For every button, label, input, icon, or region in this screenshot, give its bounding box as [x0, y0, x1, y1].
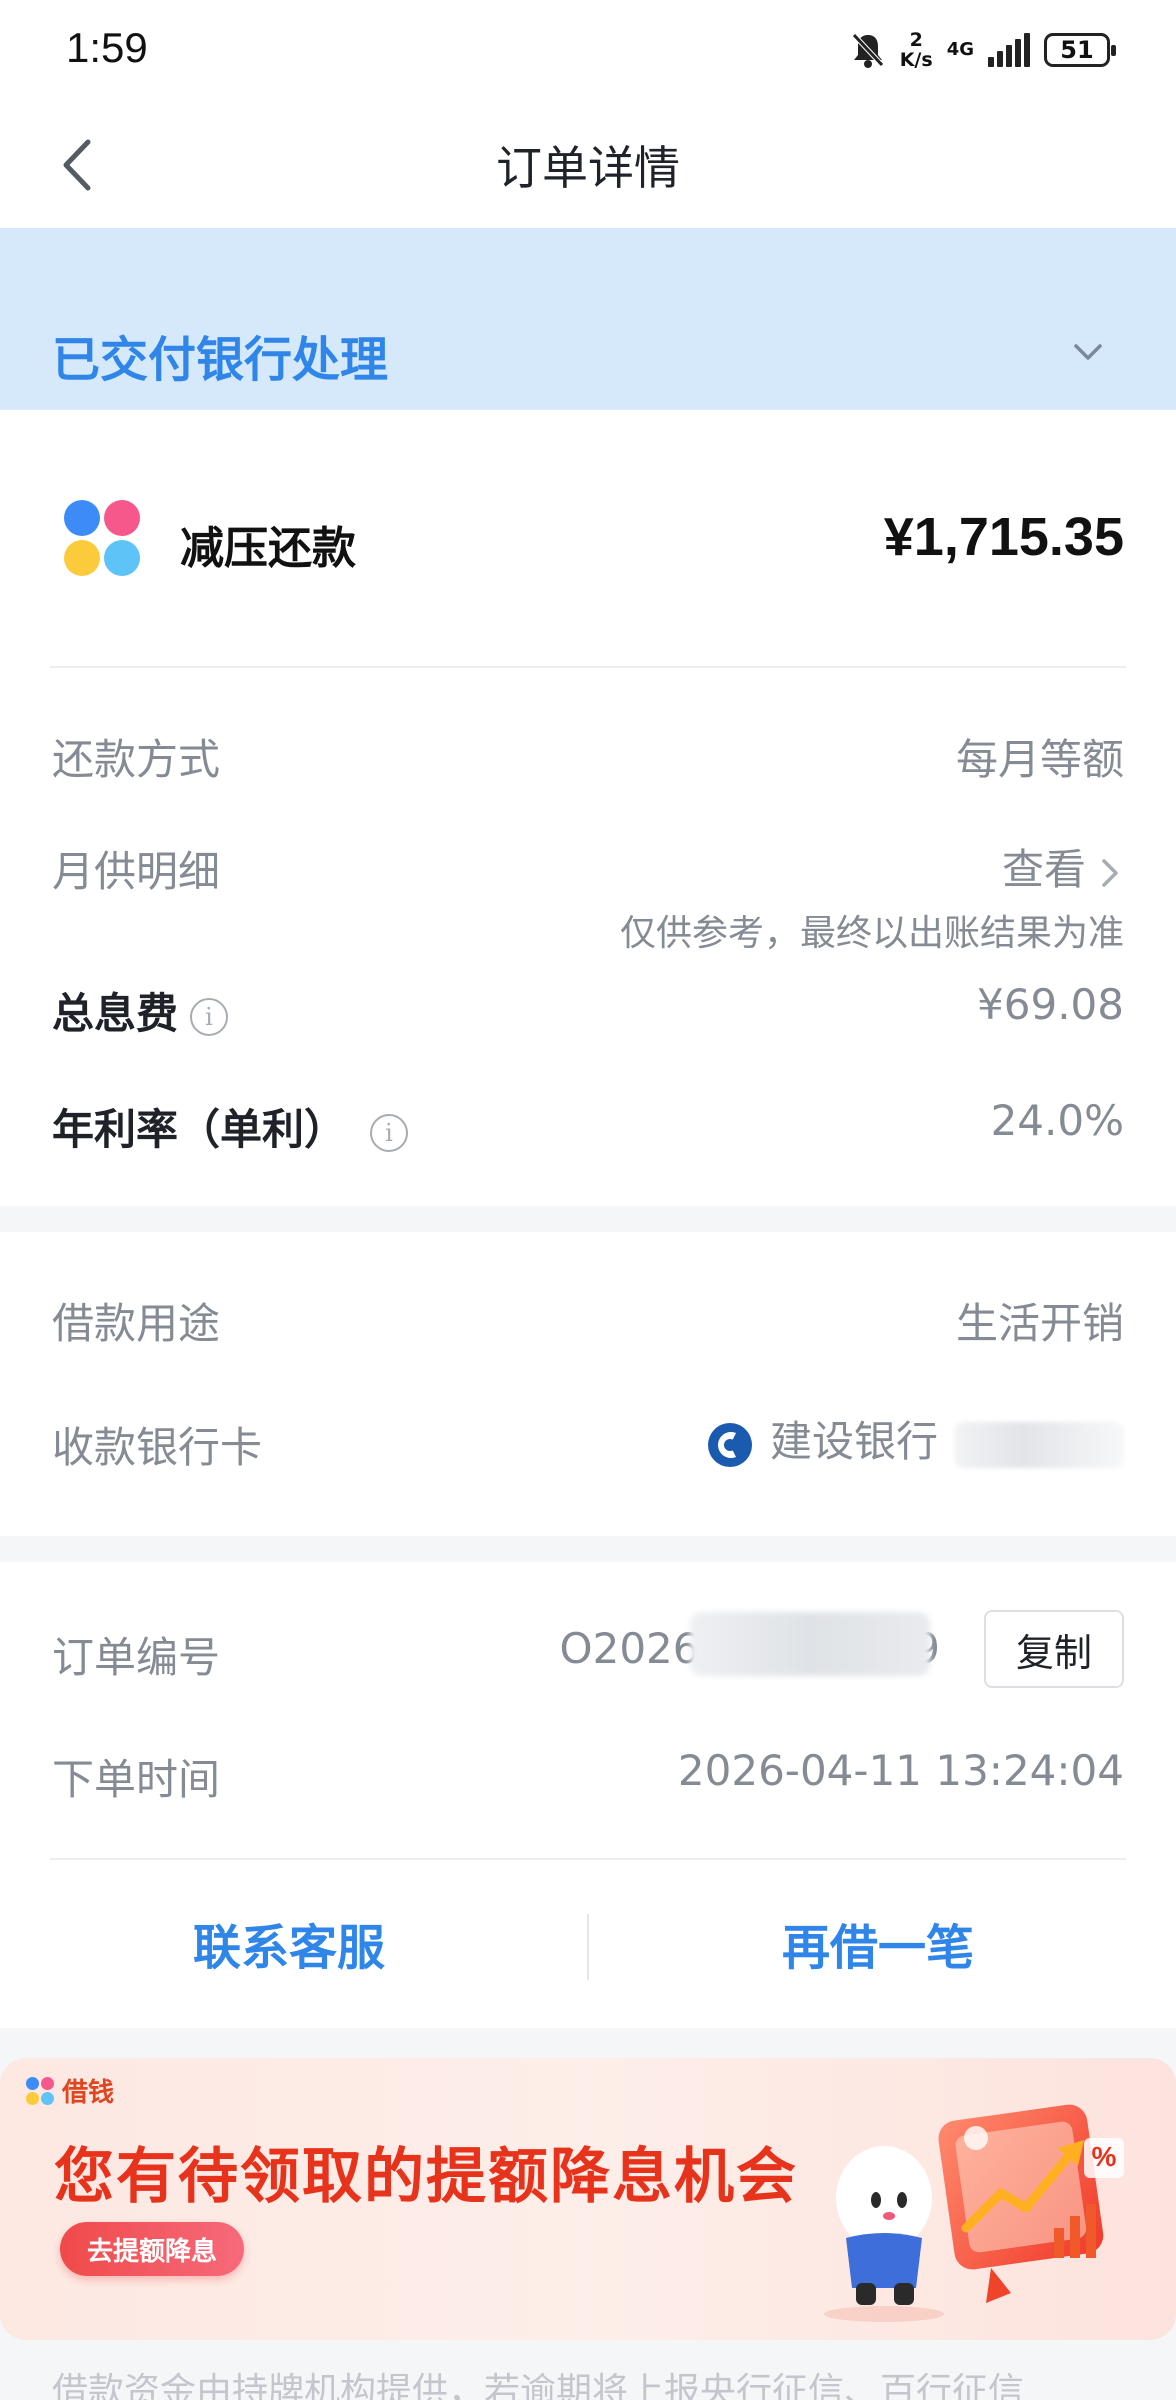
repay-method-value: 每月等额	[955, 735, 1124, 784]
status-bar: 1:59 2 K/s 4G 51	[0, 0, 1176, 100]
page-title: 订单详情	[496, 141, 680, 195]
order-time-label: 下单时间	[52, 1755, 221, 1804]
loan-info-card: 借款用途 生活开销 收款银行卡 建设银行	[0, 1232, 1176, 1536]
divider	[50, 1858, 1126, 1860]
chevron-down-icon[interactable]	[1070, 338, 1106, 368]
promo-tag: 借钱	[26, 2072, 114, 2109]
chevron-right-icon	[1102, 858, 1118, 887]
info-icon[interactable]: i	[190, 997, 229, 1036]
product-logo-icon	[64, 500, 142, 578]
nav-bar: 订单详情	[0, 100, 1176, 228]
repay-method-label: 还款方式	[52, 735, 221, 784]
product-card: 减压还款 ¥1,715.35 还款方式 每月等额 月供明细 查看 仅供参考，最终…	[0, 410, 1176, 1206]
divider	[587, 1914, 589, 1980]
battery-level: 51	[1060, 36, 1094, 64]
mute-bell-icon	[851, 33, 884, 68]
status-time: 1:59	[66, 24, 148, 71]
contact-service-button[interactable]: 联系客服	[193, 1908, 385, 1978]
product-logo-icon	[26, 2076, 54, 2105]
disclaimer-text: 借款资金由持牌机构提供，若逾期将上报央行征信、百行征信	[52, 2371, 1025, 2400]
copy-button[interactable]: 复制	[984, 1610, 1124, 1688]
rate-label: 年利率（单利） i	[52, 1096, 409, 1157]
order-status-text: 已交付银行处理	[52, 332, 389, 388]
monthly-detail-link[interactable]: 查看	[1002, 836, 1124, 897]
network-type: 4G	[946, 39, 974, 60]
promo-title: 您有待领取的提额降息机会	[54, 2142, 798, 2212]
order-status-banner[interactable]: 已交付银行处理	[0, 228, 1176, 410]
promo-banner[interactable]: 借钱 您有待领取的提额降息机会 去提额降息 %	[0, 2058, 1176, 2340]
borrow-again-button[interactable]: 再借一笔	[782, 1908, 974, 1978]
masked-order-suffix	[690, 1612, 930, 1676]
monthly-detail-value: 查看	[1001, 845, 1086, 894]
mascot-chart-illustration-icon: %	[824, 2104, 1124, 2322]
loan-amount: ¥1,715.35	[883, 507, 1124, 567]
order-info-card: 订单编号 O2026041162889 复制 下单时间 2026-04-11 1…	[0, 1562, 1176, 2028]
status-icons: 2 K/s 4G 51	[850, 26, 1116, 74]
svg-text:%: %	[1092, 2141, 1117, 2172]
rate-value: 24.0%	[990, 1096, 1124, 1145]
product-name: 减压还款	[180, 523, 356, 574]
bank-name: 建设银行	[769, 1417, 938, 1466]
interest-value: ¥69.08	[977, 980, 1124, 1029]
signal-icon	[988, 33, 1030, 67]
masked-card-number	[954, 1421, 1124, 1468]
order-number-label: 订单编号	[52, 1633, 221, 1682]
ccb-bank-logo-icon	[707, 1422, 752, 1467]
purpose-value: 生活开销	[955, 1299, 1124, 1348]
purpose-label: 借款用途	[52, 1299, 221, 1348]
monthly-detail-note: 仅供参考，最终以出账结果为准	[619, 913, 1124, 954]
network-speed: 2 K/s	[899, 29, 933, 71]
bank-card-value: 建设银行	[706, 1408, 1124, 1469]
divider	[50, 666, 1126, 668]
info-icon[interactable]: i	[370, 1113, 409, 1152]
monthly-detail-label: 月供明细	[52, 847, 221, 896]
promo-cta-button[interactable]: 去提额降息	[60, 2222, 244, 2276]
order-time-value: 2026-04-11 13:24:04	[677, 1746, 1124, 1795]
interest-label: 总息费 i	[52, 980, 229, 1041]
battery-icon: 51	[1044, 33, 1116, 67]
bank-card-label: 收款银行卡	[52, 1423, 263, 1472]
